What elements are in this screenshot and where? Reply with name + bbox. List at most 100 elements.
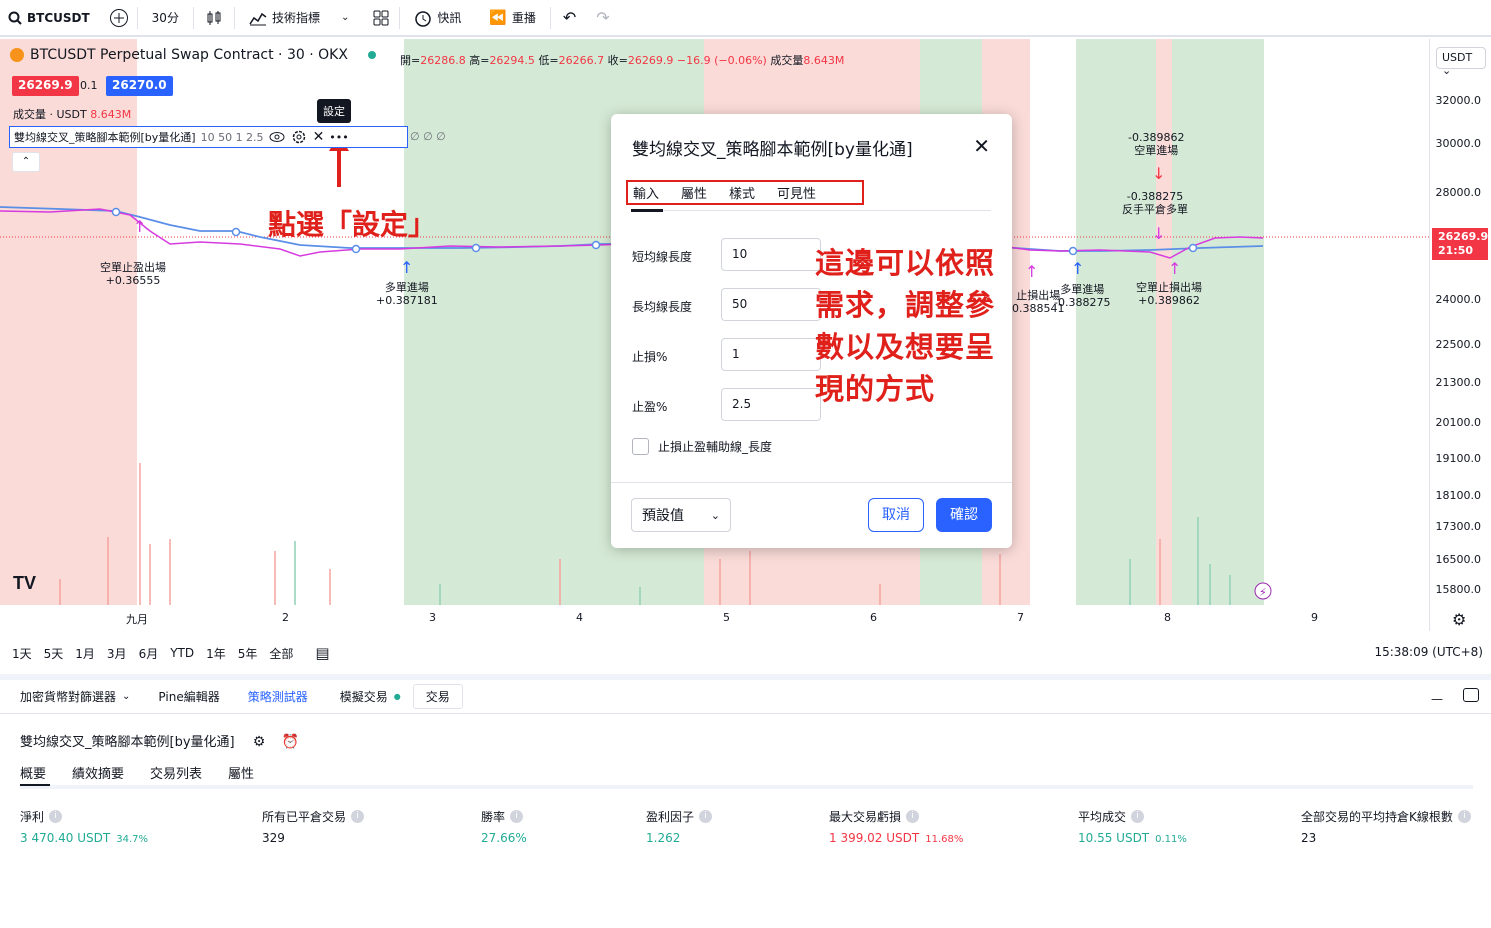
metric-card: 盈利因子 i 1.262 <box>646 808 713 845</box>
tab-visibility[interactable]: 可見性 <box>777 183 816 202</box>
short-ma-label: 短均線長度 <box>632 250 693 264</box>
info-icon[interactable]: i <box>510 810 524 823</box>
layouts-button[interactable] <box>363 6 401 29</box>
stop-loss-input[interactable]: 1 <box>721 338 821 371</box>
indicator-legend-row[interactable]: 雙均線交叉_策略腳本範例[by量化通] 10 50 1 2.5 ✕ ••• <box>9 126 408 148</box>
strategy-subtabs: 概要 績效摘要 交易列表 屬性 <box>20 763 254 782</box>
range-ytd[interactable]: YTD <box>170 646 194 660</box>
tab-trade-list[interactable]: 交易列表 <box>150 763 202 782</box>
add-symbol-icon[interactable] <box>109 8 129 28</box>
undo-button[interactable]: ↶ <box>551 0 588 36</box>
sell-price-button[interactable]: 26269.9 <box>12 76 79 96</box>
currency-select[interactable]: USDT ⌄ <box>1436 47 1486 77</box>
range-1d[interactable]: 1天 <box>12 645 32 662</box>
metric-card: 淨利 i 3 470.40 USDT 34.7% <box>20 808 148 845</box>
range-5y[interactable]: 5年 <box>238 645 258 662</box>
more-icon[interactable]: ••• <box>329 131 348 144</box>
eye-icon[interactable] <box>269 131 285 143</box>
tab-trade[interactable]: 交易 <box>412 684 463 709</box>
chart-type-button[interactable] <box>194 6 235 29</box>
close-icon[interactable]: ✕ <box>973 134 990 158</box>
helper-line-option[interactable]: 止損止盈輔助線_長度 <box>632 438 772 455</box>
gear-icon[interactable]: ⚙ <box>253 734 266 750</box>
long-entry-arrow: ↑ <box>400 258 413 277</box>
market-open-dot <box>367 51 376 59</box>
metric-value: 329 <box>262 831 285 845</box>
time-tick: 2 <box>282 611 289 624</box>
metric-card: 勝率 i 27.66% <box>481 808 527 845</box>
time-tick: 3 <box>429 611 436 624</box>
range-1y[interactable]: 1年 <box>206 645 226 662</box>
helper-line-checkbox[interactable] <box>632 438 649 455</box>
calendar-icon[interactable]: ▤ <box>315 644 329 662</box>
tab-properties[interactable]: 屬性 <box>681 183 707 202</box>
settings-icon[interactable]: ⚙ <box>1452 610 1466 629</box>
long-ma-input[interactable]: 50 <box>721 288 821 321</box>
spread-value: 0.1 <box>80 79 98 92</box>
tab-strategy-tester[interactable]: 策略測試器 <box>248 688 308 705</box>
range-6m[interactable]: 6月 <box>139 645 159 662</box>
metric-label: 勝率 i <box>481 808 527 825</box>
price-tick: 18100.0 <box>1435 489 1482 502</box>
redo-button[interactable]: ↷ <box>588 0 617 36</box>
preset-label: 預設值 <box>642 508 684 524</box>
tab-properties[interactable]: 屬性 <box>228 763 254 782</box>
cancel-button[interactable]: 取消 <box>868 498 924 532</box>
interval-button[interactable]: 30分 <box>138 6 194 29</box>
take-profit-label: 止盈% <box>632 400 668 414</box>
tab-crypto-screener[interactable]: 加密貨幣對篩選器 ⌄ <box>20 688 130 705</box>
tab-paper-trading[interactable]: 模擬交易 ● <box>340 688 401 705</box>
tab-inputs[interactable]: 輸入 <box>633 183 659 202</box>
tab-performance[interactable]: 績效摘要 <box>72 763 124 782</box>
metric-card: 最大交易虧損 i 1 399.02 USDT 11.68% <box>829 808 963 845</box>
metric-label: 全部交易的平均持倉K線根數 i <box>1301 808 1471 825</box>
metric-value: 3 470.40 USDT 34.7% <box>20 831 149 845</box>
add-alert-icon[interactable]: ⏰ <box>281 734 298 750</box>
info-icon[interactable]: i <box>699 810 713 823</box>
metric-label: 淨利 i <box>20 808 148 825</box>
date-range-bar: 1天 5天 1月 3月 6月 YTD 1年 5年 全部 ▤ <box>0 637 1491 669</box>
info-icon[interactable]: i <box>1131 810 1145 823</box>
short-ma-input[interactable]: 10 <box>721 238 821 271</box>
preset-select[interactable]: 預設值 ⌄ <box>631 498 731 532</box>
take-profit-input[interactable]: 2.5 <box>721 388 821 421</box>
dialog-title: 雙均線交叉_策略腳本範例[by量化通] <box>632 140 913 160</box>
info-icon[interactable]: i <box>351 810 365 823</box>
range-all[interactable]: 全部 <box>269 645 293 662</box>
chevron-down-icon[interactable]: ⌄ <box>341 12 349 23</box>
minimize-icon[interactable]: — <box>1431 692 1443 706</box>
info-icon[interactable]: i <box>906 810 920 823</box>
undo-icon: ↶ <box>562 8 577 27</box>
confirm-button[interactable]: 確認 <box>936 498 992 532</box>
time-tick: 9 <box>1311 611 1318 624</box>
collapse-button[interactable]: ⌃ <box>12 152 40 172</box>
status-dot: ● <box>393 692 401 701</box>
symbol-legend[interactable]: BTCUSDT Perpetual Swap Contract · 30 · O… <box>10 47 376 63</box>
time-axis[interactable]: 九月 2 3 4 5 6 7 8 9 <box>0 605 1429 631</box>
trade-label: 空單止損出場 +0.389862 <box>1136 281 1202 307</box>
maximize-icon[interactable] <box>1463 688 1479 702</box>
indicator-values: ∅ ∅ ∅ <box>410 130 446 143</box>
range-1m[interactable]: 1月 <box>75 645 95 662</box>
candles-icon <box>207 10 221 25</box>
range-5d[interactable]: 5天 <box>44 645 64 662</box>
clock[interactable]: 15:38:09 (UTC+8) <box>1374 645 1483 659</box>
last-price-badge: 26269.9 21:50 <box>1432 228 1488 260</box>
price-axis[interactable]: USDT ⌄ 32000.0 30000.0 28000.0 24000.0 2… <box>1429 39 1491 631</box>
tab-overview[interactable]: 概要 <box>20 763 46 782</box>
replay-button[interactable]: ⏪ 重播 <box>475 6 551 29</box>
tab-pine-editor[interactable]: Pine編輯器 <box>158 688 219 705</box>
symbol-search[interactable]: BTCUSDT <box>0 6 138 29</box>
gear-icon[interactable] <box>290 128 308 146</box>
close-icon[interactable]: ✕ <box>313 129 325 145</box>
tab-style[interactable]: 樣式 <box>729 183 755 202</box>
top-toolbar: BTCUSDT 30分 技術指標 ⌄ 快訊 ⏪ 重播 ↶ ↷ <box>0 0 1491 37</box>
info-icon[interactable]: i <box>1457 810 1471 823</box>
indicators-button[interactable]: 技術指標 ⌄ <box>235 0 363 36</box>
search-icon <box>8 11 22 25</box>
alert-button[interactable]: 快訊 <box>400 0 475 36</box>
buy-price-button[interactable]: 26270.0 <box>106 76 173 96</box>
range-3m[interactable]: 3月 <box>107 645 127 662</box>
metric-card: 平均成交 i 10.55 USDT 0.11% <box>1078 808 1187 845</box>
info-icon[interactable]: i <box>49 810 63 823</box>
